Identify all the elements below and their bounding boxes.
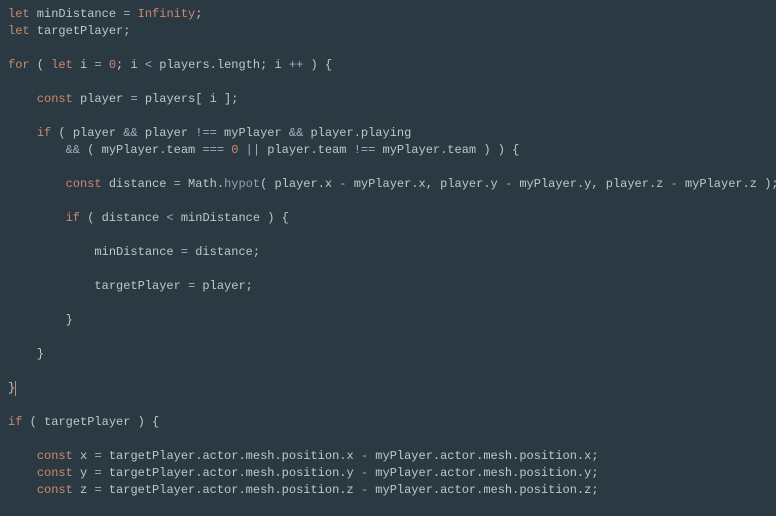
code-line[interactable]: const y = targetPlayer.actor.mesh.positi… — [8, 465, 776, 482]
code-line[interactable]: && ( myPlayer.team === 0 || player.team … — [8, 142, 776, 159]
code-line[interactable] — [8, 159, 776, 176]
code-line[interactable]: if ( distance < minDistance ) { — [8, 210, 776, 227]
code-line[interactable]: } — [8, 312, 776, 329]
code-editor[interactable]: let minDistance = Infinity;let targetPla… — [0, 0, 776, 516]
code-line[interactable] — [8, 193, 776, 210]
code-line[interactable]: } — [8, 380, 776, 397]
code-line[interactable] — [8, 295, 776, 312]
code-line[interactable] — [8, 397, 776, 414]
code-line[interactable]: if ( player && player !== myPlayer && pl… — [8, 125, 776, 142]
code-line[interactable]: const z = targetPlayer.actor.mesh.positi… — [8, 482, 776, 499]
text-cursor — [15, 381, 17, 396]
code-line[interactable] — [8, 329, 776, 346]
code-line[interactable]: const x = targetPlayer.actor.mesh.positi… — [8, 448, 776, 465]
code-line[interactable]: minDistance = distance; — [8, 244, 776, 261]
code-line[interactable]: if ( targetPlayer ) { — [8, 414, 776, 431]
code-line[interactable] — [8, 261, 776, 278]
code-line[interactable] — [8, 40, 776, 57]
code-line[interactable]: const distance = Math.hypot( player.x - … — [8, 176, 776, 193]
code-line[interactable] — [8, 499, 776, 516]
code-line[interactable] — [8, 74, 776, 91]
code-line[interactable]: let targetPlayer; — [8, 23, 776, 40]
code-line[interactable]: for ( let i = 0; i < players.length; i +… — [8, 57, 776, 74]
code-line[interactable] — [8, 108, 776, 125]
code-line[interactable]: } — [8, 346, 776, 363]
code-line[interactable]: let minDistance = Infinity; — [8, 6, 776, 23]
code-line[interactable]: targetPlayer = player; — [8, 278, 776, 295]
code-line[interactable]: const player = players[ i ]; — [8, 91, 776, 108]
code-line[interactable] — [8, 363, 776, 380]
code-line[interactable] — [8, 227, 776, 244]
code-line[interactable] — [8, 431, 776, 448]
